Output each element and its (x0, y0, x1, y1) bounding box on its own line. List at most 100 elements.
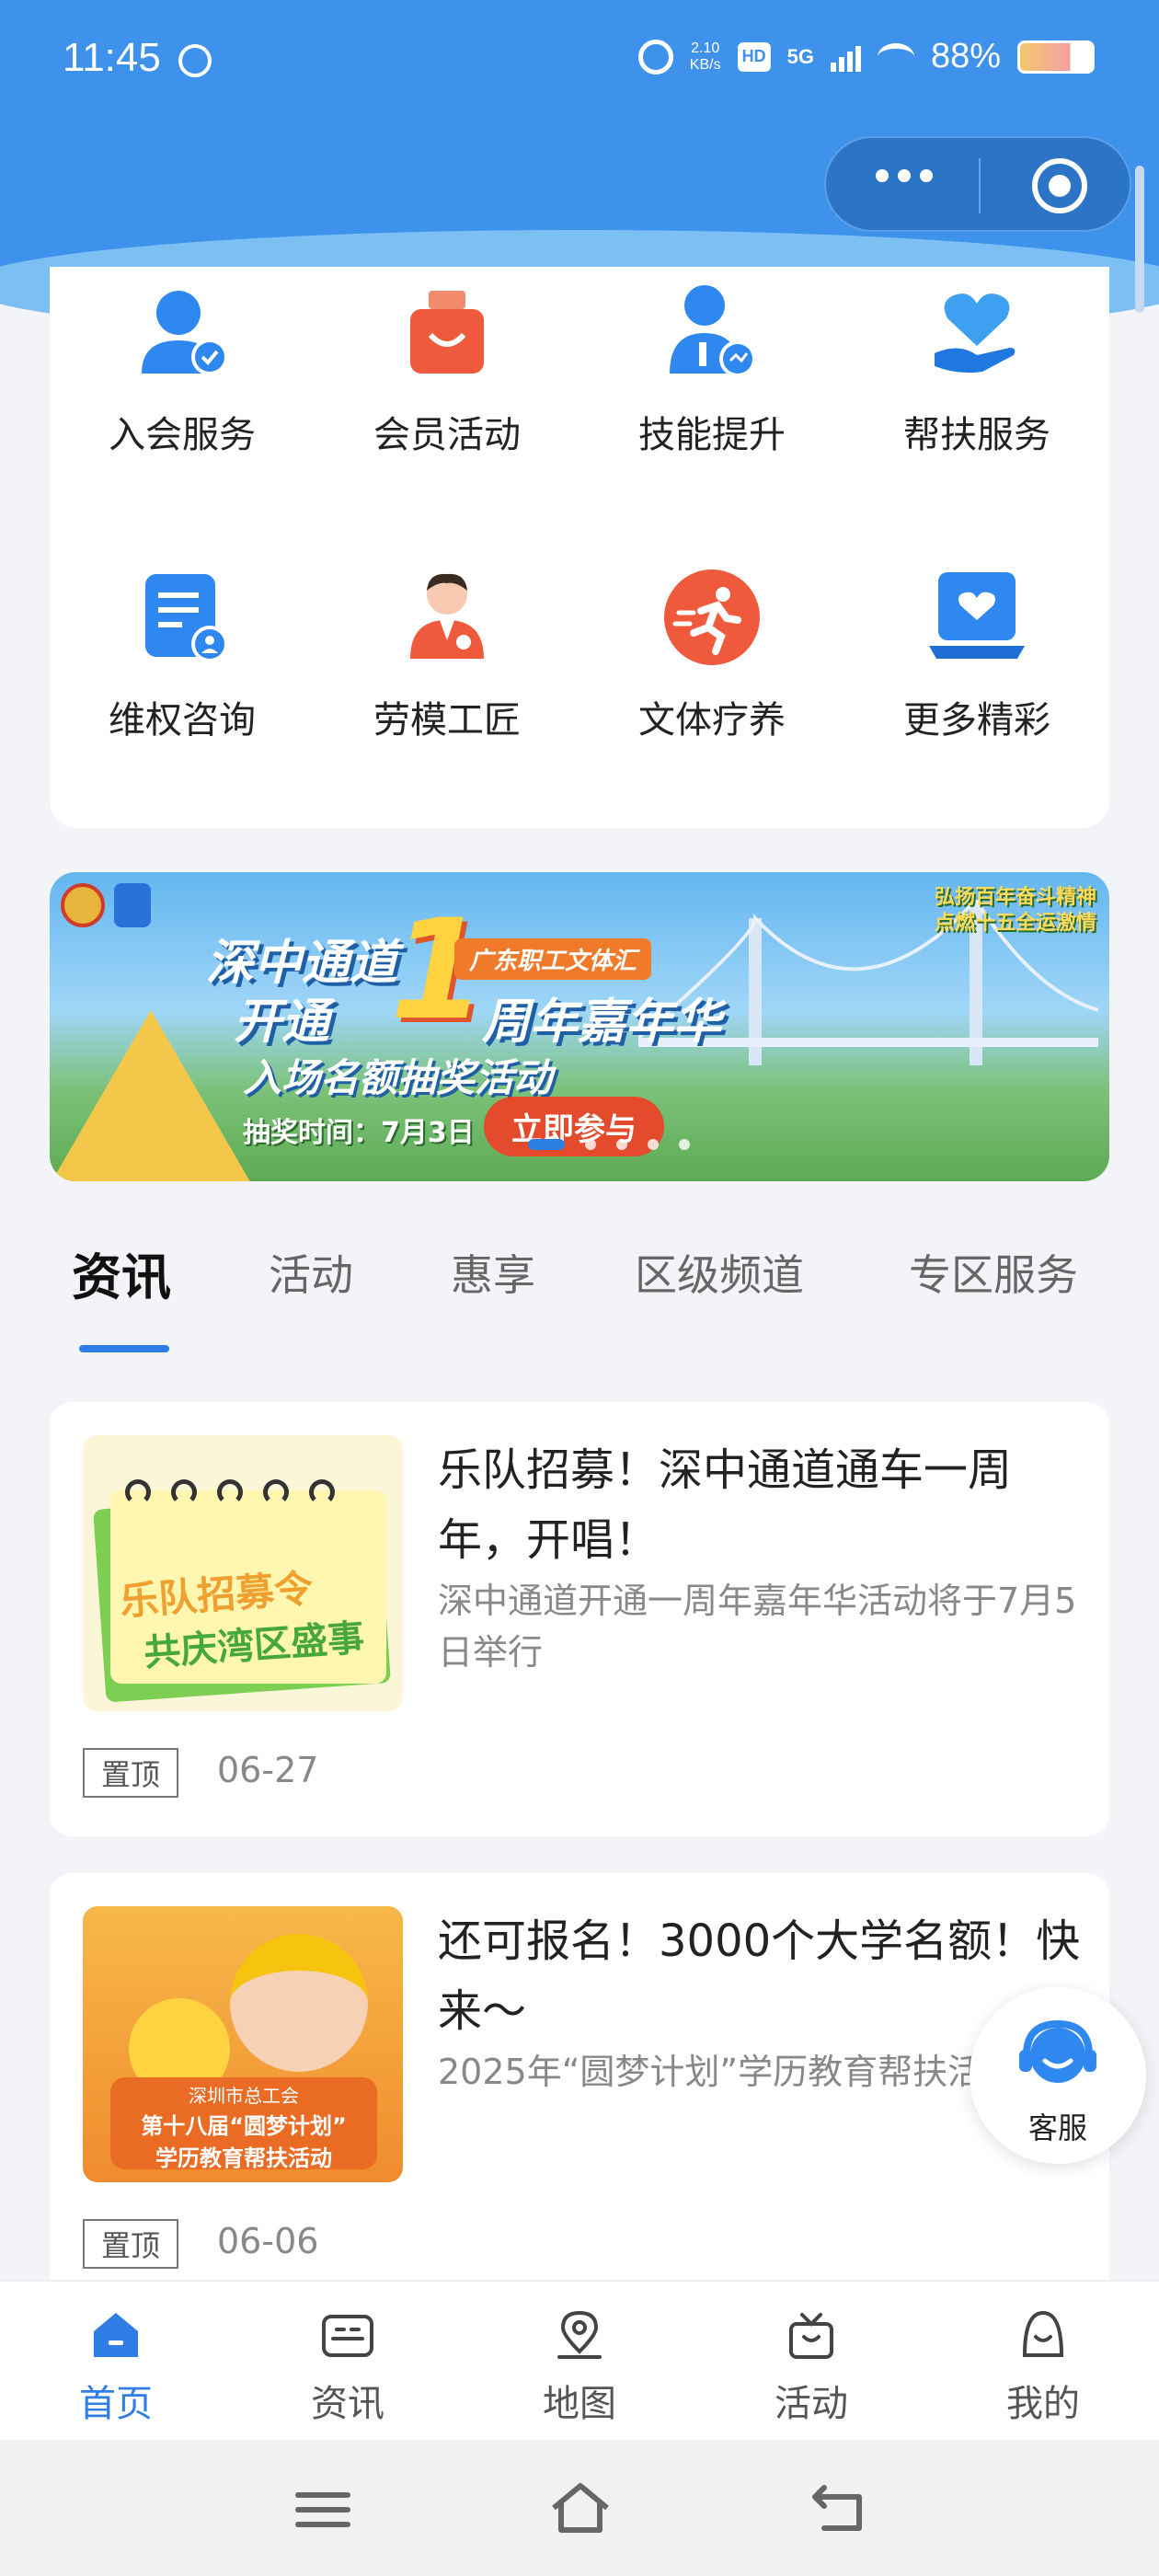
nav-label: 地图 (543, 2383, 616, 2425)
news-card[interactable]: 乐队招募令 共庆湾区盛事 乐队招募！深中通道通车一周年，开唱！ 深中通道开通一周… (50, 1402, 1109, 1836)
signal-icon (830, 42, 861, 72)
event-logo-icon (114, 883, 151, 927)
capsule-divider (979, 158, 981, 213)
nav-activities[interactable]: 活动 (695, 2309, 927, 2427)
pinned-badge: 置顶 (83, 2219, 179, 2269)
child-illustration (230, 1934, 368, 2072)
customer-service-button[interactable]: 客服 (970, 1987, 1146, 2164)
carousel-dot-active (528, 1139, 565, 1150)
banner-title-line2: 开通 (234, 995, 330, 1050)
banner-subtitle: 入场名额抽奖活动 (243, 1055, 553, 1100)
service-grid: 入会服务 会员活动 技能提升 帮扶服务 维权咨询 劳模工匠 文体疗养 更多精彩 (50, 267, 1109, 828)
home-system-icon[interactable] (548, 2477, 613, 2541)
thumbnail-subline: 学历教育帮扶活动 (155, 2145, 332, 2171)
back-icon[interactable] (806, 2477, 870, 2541)
banner-time: 抽奖时间：7月3日 (243, 1117, 475, 1149)
nav-label: 首页 (79, 2383, 153, 2425)
status-time: 11:45 (63, 35, 161, 80)
content-tabs: 资讯 活动 惠享 区级频道 专区服务 (50, 1242, 1159, 1352)
service-label: 维权咨询 (109, 699, 256, 742)
nav-label: 资讯 (311, 2383, 384, 2425)
more-options-icon[interactable] (876, 169, 933, 182)
speed-value: 2.10 (691, 40, 720, 56)
service-item-skills[interactable]: 技能提升 (580, 282, 844, 458)
nav-profile[interactable]: 我的 (927, 2309, 1159, 2427)
news-date: 06-27 (217, 1750, 319, 1790)
pinned-badge: 置顶 (83, 1748, 179, 1798)
service-item-support[interactable]: 帮扶服务 (844, 282, 1109, 458)
tab-benefits[interactable]: 惠享 (451, 1242, 535, 1303)
speed-unit: KB/s (689, 56, 721, 73)
service-label: 更多精彩 (903, 699, 1050, 742)
service-item-model-workers[interactable]: 劳模工匠 (315, 567, 580, 743)
bottom-navigation: 首页 资讯 地图 活动 我的 (0, 2280, 1159, 2440)
alarm-icon (637, 39, 673, 75)
carousel-dot (679, 1139, 690, 1150)
service-item-rights[interactable]: 维权咨询 (50, 567, 315, 743)
nav-label: 活动 (775, 2383, 848, 2425)
wifi-icon (877, 42, 914, 71)
nav-home[interactable]: 首页 (0, 2309, 232, 2427)
carousel-dot (585, 1139, 596, 1150)
tab-district-channel[interactable]: 区级频道 (635, 1242, 804, 1303)
service-item-join[interactable]: 入会服务 (50, 282, 315, 458)
profile-icon (1016, 2309, 1071, 2361)
news-description: 深中通道开通一周年嘉年华活动将于7月5日举行 (438, 1581, 1077, 1673)
customer-service-label: 客服 (1027, 2110, 1087, 2145)
banner-slogan: 弘扬百年奋斗精神 点燃十五全运激情 (935, 885, 1096, 937)
service-label: 入会服务 (109, 414, 256, 456)
thumbnail-org: 深圳市总工会 (189, 2085, 299, 2107)
slogan-line: 点燃十五全运激情 (934, 912, 1096, 935)
network-speed: 2.10 KB/s (690, 40, 721, 74)
news-thumbnail: 深圳市总工会 第十八届“圆梦计划” 学历教育帮扶活动 (83, 1906, 403, 2182)
scrollbar[interactable] (1135, 166, 1144, 313)
news-card[interactable]: 深圳市总工会 第十八届“圆梦计划” 学历教育帮扶活动 还可报名！3000个大学名… (50, 1873, 1109, 2280)
battery-icon (1017, 40, 1095, 74)
news-title: 乐队招募！深中通道通车一周年，开唱！ (438, 1444, 1013, 1566)
model-worker-icon (392, 567, 502, 668)
carousel-indicator (528, 1139, 690, 1150)
status-indicators: 2.10 KB/s HD 5G 88% (637, 37, 1095, 76)
service-label: 帮扶服务 (903, 414, 1050, 456)
nav-news[interactable]: 资讯 (232, 2309, 464, 2427)
thumbnail-headline: 第十八届“圆梦计划” (141, 2113, 347, 2139)
news-icon (320, 2309, 375, 2361)
map-pin-icon (552, 2309, 607, 2361)
nav-map[interactable]: 地图 (464, 2309, 695, 2427)
carousel-dot (616, 1139, 627, 1150)
thumbnail-ribbon: 深圳市总工会 第十八届“圆梦计划” 学历教育帮扶活动 (110, 2077, 377, 2171)
battery-percent: 88% (930, 37, 1001, 75)
network-type: 5G (786, 44, 814, 68)
hd-icon: HD (737, 41, 771, 72)
notification-icon (178, 44, 212, 77)
service-item-more[interactable]: 更多精彩 (844, 567, 1109, 743)
service-label: 技能提升 (638, 414, 786, 456)
headset-icon (1019, 2019, 1096, 2083)
close-miniprogram-icon[interactable] (1032, 158, 1087, 213)
menu-icon[interactable] (291, 2477, 355, 2541)
document-user-icon (127, 567, 237, 668)
service-label: 劳模工匠 (373, 699, 521, 742)
running-icon (657, 567, 767, 668)
notebook-rings (125, 1479, 335, 1505)
banner-title-line3: 周年嘉年华 (482, 995, 722, 1050)
system-navigation-bar (0, 2440, 1159, 2576)
gift-bag-icon (392, 282, 502, 383)
news-thumbnail: 乐队招募令 共庆湾区盛事 (83, 1435, 403, 1711)
nav-label: 我的 (1006, 2383, 1080, 2425)
promo-banner[interactable]: 深中通道 开通 1 广东职工文体汇 周年嘉年华 入场名额抽奖活动 抽奖时间：7月… (50, 872, 1109, 1181)
service-item-activities[interactable]: 会员活动 (315, 282, 580, 458)
skill-user-icon (657, 282, 767, 383)
service-label: 文体疗养 (638, 699, 786, 742)
tab-activities[interactable]: 活动 (269, 1242, 353, 1303)
home-icon (88, 2309, 143, 2361)
activity-gift-icon (784, 2309, 839, 2361)
active-tab-indicator (79, 1345, 169, 1352)
tent-illustration (50, 1010, 252, 1181)
news-date: 06-06 (217, 2221, 319, 2261)
tab-news[interactable]: 资讯 (72, 1236, 171, 1309)
heart-hand-icon (922, 282, 1032, 383)
union-logo-icon (61, 883, 105, 927)
service-item-sports[interactable]: 文体疗养 (580, 567, 844, 743)
tab-special-services[interactable]: 专区服务 (909, 1242, 1078, 1303)
